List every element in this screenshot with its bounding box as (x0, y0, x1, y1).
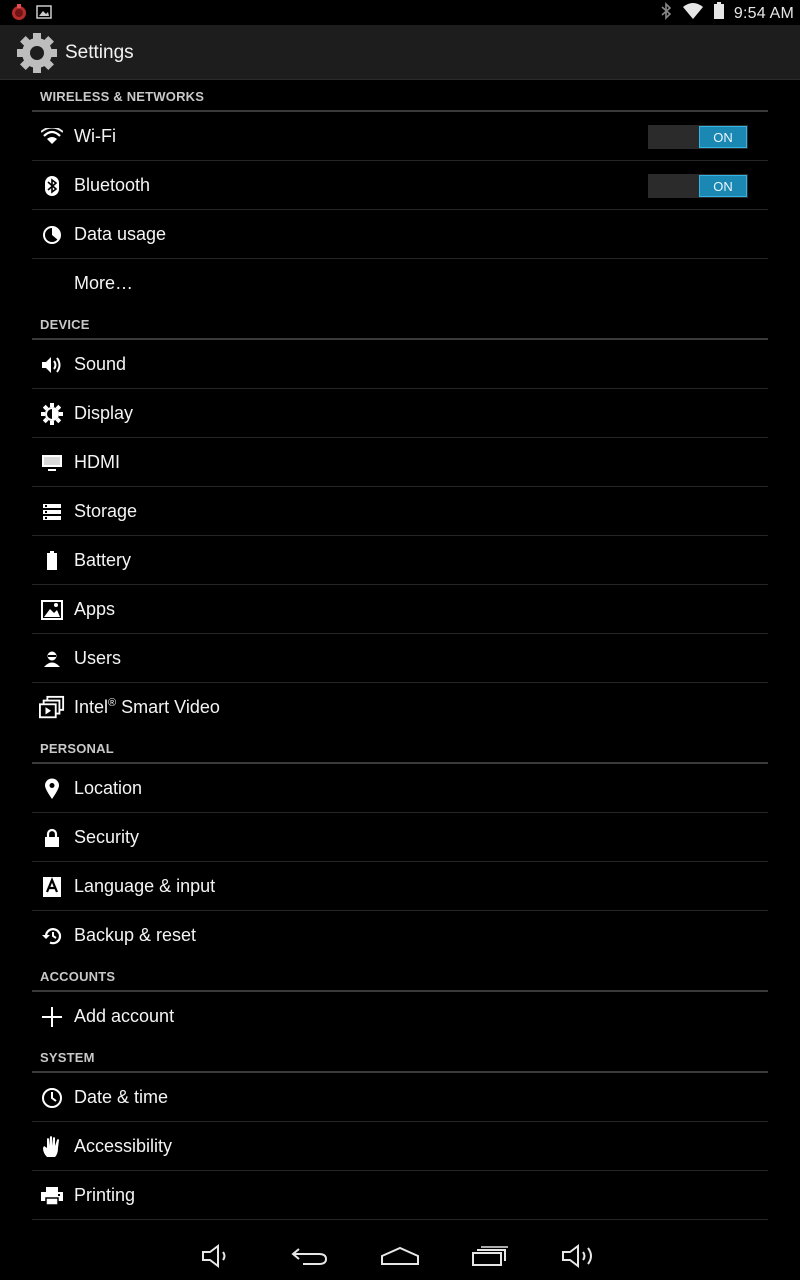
bluetooth-status-icon (660, 2, 672, 25)
apps-icon (39, 597, 65, 623)
setting-item-storage[interactable]: Storage (32, 487, 768, 536)
setting-item-date-time[interactable]: Date & time (32, 1073, 768, 1122)
clock-icon (39, 1085, 65, 1111)
user-icon (39, 646, 65, 672)
setting-label-sound: Sound (74, 354, 127, 374)
setting-item-data-usage[interactable]: Data usage (32, 210, 768, 259)
section-header-personal: PERSONAL (32, 732, 768, 764)
bluetooth-toggle-state: ON (699, 175, 747, 197)
speaker-icon (39, 352, 65, 378)
wifi-toggle-state: ON (699, 126, 747, 148)
page-title: Settings (65, 42, 134, 63)
battery-status-icon (713, 2, 724, 25)
volume-up-icon[interactable] (560, 1240, 600, 1272)
home-icon[interactable] (380, 1240, 420, 1272)
setting-item-add-account[interactable]: Add account (32, 992, 768, 1041)
setting-item-display[interactable]: Display (32, 389, 768, 438)
back-icon[interactable] (290, 1240, 330, 1272)
setting-label-date-time: Date & time (74, 1087, 169, 1107)
setting-item-location[interactable]: Location (32, 764, 768, 813)
setting-label-intel-smart-video: Intel® Smart Video (74, 697, 220, 717)
setting-label-backup-reset: Backup & reset (74, 925, 197, 945)
recents-icon[interactable] (470, 1240, 510, 1272)
setting-label-users: Users (74, 648, 122, 668)
clock-text: 9:54 AM (733, 4, 794, 22)
plus-icon (39, 1004, 65, 1030)
setting-item-bluetooth[interactable]: Bluetooth ON (32, 161, 768, 210)
navigation-bar (0, 1232, 800, 1280)
setting-label-location: Location (74, 778, 143, 798)
setting-item-wifi[interactable]: Wi-Fi ON (32, 112, 768, 161)
wifi-toggle[interactable]: ON (648, 125, 748, 149)
video-icon (39, 695, 65, 721)
setting-label-battery: Battery (74, 550, 132, 570)
setting-item-printing[interactable]: Printing (32, 1171, 768, 1220)
setting-label-language-input: Language & input (74, 876, 216, 896)
setting-label-accessibility: Accessibility (74, 1136, 173, 1156)
setting-label-add-account: Add account (74, 1006, 175, 1026)
action-bar: Settings (0, 25, 800, 80)
keyboard-a-icon (39, 874, 65, 900)
setting-item-battery[interactable]: Battery (32, 536, 768, 585)
setting-item-more[interactable]: More… (32, 259, 768, 308)
setting-label-wifi: Wi-Fi (74, 126, 116, 146)
setting-item-backup-reset[interactable]: Backup & reset (32, 911, 768, 960)
setting-item-security[interactable]: Security (32, 813, 768, 862)
volume-down-icon[interactable] (198, 1240, 238, 1272)
brightness-icon (39, 401, 65, 427)
setting-label-storage: Storage (74, 501, 138, 521)
printer-icon (39, 1183, 65, 1209)
settings-list: WIRELESS & NETWORKS Wi-Fi ON Bluetooth O… (32, 80, 768, 1220)
lock-icon (39, 825, 65, 851)
setting-item-apps[interactable]: Apps (32, 585, 768, 634)
setting-item-intel-smart-video[interactable]: Intel® Smart Video (32, 683, 768, 732)
settings-gear-icon[interactable] (14, 30, 60, 76)
setting-label-data-usage: Data usage (74, 224, 167, 244)
monitor-icon (39, 450, 65, 476)
setting-item-sound[interactable]: Sound (32, 340, 768, 389)
setting-item-accessibility[interactable]: Accessibility (32, 1122, 768, 1171)
app-notification-icon[interactable] (10, 3, 28, 26)
setting-label-security: Security (74, 827, 140, 847)
setting-label-apps: Apps (74, 599, 116, 619)
setting-item-hdmi[interactable]: HDMI (32, 438, 768, 487)
backup-restore-icon (39, 923, 65, 949)
bluetooth-toggle[interactable]: ON (648, 174, 748, 198)
wifi-status-icon (682, 2, 704, 25)
setting-label-printing: Printing (74, 1185, 136, 1205)
battery-icon (39, 548, 65, 574)
image-notification-icon[interactable] (36, 4, 52, 25)
section-header-device: DEVICE (32, 308, 768, 340)
location-pin-icon (39, 776, 65, 802)
setting-label-bluetooth: Bluetooth (74, 175, 151, 195)
setting-label-display: Display (74, 403, 134, 423)
storage-icon (39, 499, 65, 525)
bluetooth-icon (39, 173, 65, 199)
section-header-system: SYSTEM (32, 1041, 768, 1073)
section-header-wireless: WIRELESS & NETWORKS (32, 80, 768, 112)
setting-item-language-input[interactable]: Language & input (32, 862, 768, 911)
wifi-icon (39, 124, 65, 150)
setting-label-more: More… (74, 273, 134, 293)
data-usage-icon (39, 222, 65, 248)
hand-icon (39, 1134, 65, 1160)
setting-label-hdmi: HDMI (74, 452, 120, 472)
status-bar: 9:54 AM (0, 0, 800, 25)
setting-item-users[interactable]: Users (32, 634, 768, 683)
section-header-accounts: ACCOUNTS (32, 960, 768, 992)
